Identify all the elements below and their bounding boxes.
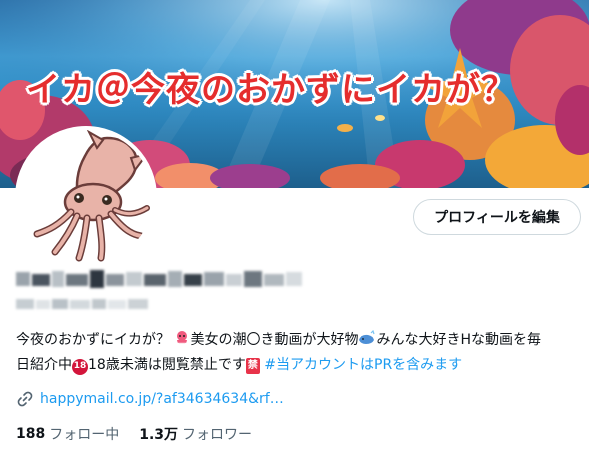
prohibited-badge: 禁 (245, 358, 260, 374)
following-label: フォロー中 (49, 427, 120, 443)
followers-stat[interactable]: 1.3万 フォロワー (139, 424, 252, 444)
bio-text-2: 美女の潮〇き動画が大好物 (190, 332, 359, 348)
bio-text-3: みんな大好きHな動画を毎 (376, 332, 541, 348)
followers-label: フォロワー (182, 427, 253, 443)
profile-link-row: happymail.co.jp/?af34634634&rf… (16, 389, 284, 409)
edit-profile-button[interactable]: プロフィールを編集 (413, 199, 581, 235)
r18-badge: 18 (72, 359, 88, 375)
banner-title: イカ＠今夜のおかずにイカが？ (26, 70, 516, 110)
bio-text-4: 日紹介中 (16, 357, 72, 373)
following-count: 188 (16, 426, 46, 442)
octopus-emoji-icon (174, 330, 190, 354)
link-icon (17, 391, 33, 407)
handle-obscured (16, 299, 148, 309)
follow-stats: 188 フォロー中 1.3万 フォロワー (16, 424, 272, 444)
avatar-squid-icon (33, 130, 150, 262)
pr-hashtag-link[interactable]: #当アカウントはPRを含みます (264, 357, 462, 373)
whale-emoji-icon (358, 329, 376, 354)
display-name-obscured (16, 270, 302, 288)
followers-count: 1.3万 (139, 427, 179, 443)
avatar[interactable] (15, 126, 157, 268)
bio-text-1: 今夜のおかずにイカが？ (16, 332, 170, 348)
bio-text-5: 18歳未満は閲覧禁止です (88, 357, 246, 373)
following-stat[interactable]: 188 フォロー中 (16, 424, 119, 444)
profile-website-link[interactable]: happymail.co.jp/?af34634634&rf… (40, 391, 284, 407)
profile-bio: 今夜のおかずにイカが？ 美女の潮〇き動画が大好物 みんな大好きHな動画を毎 日紹… (16, 329, 576, 377)
